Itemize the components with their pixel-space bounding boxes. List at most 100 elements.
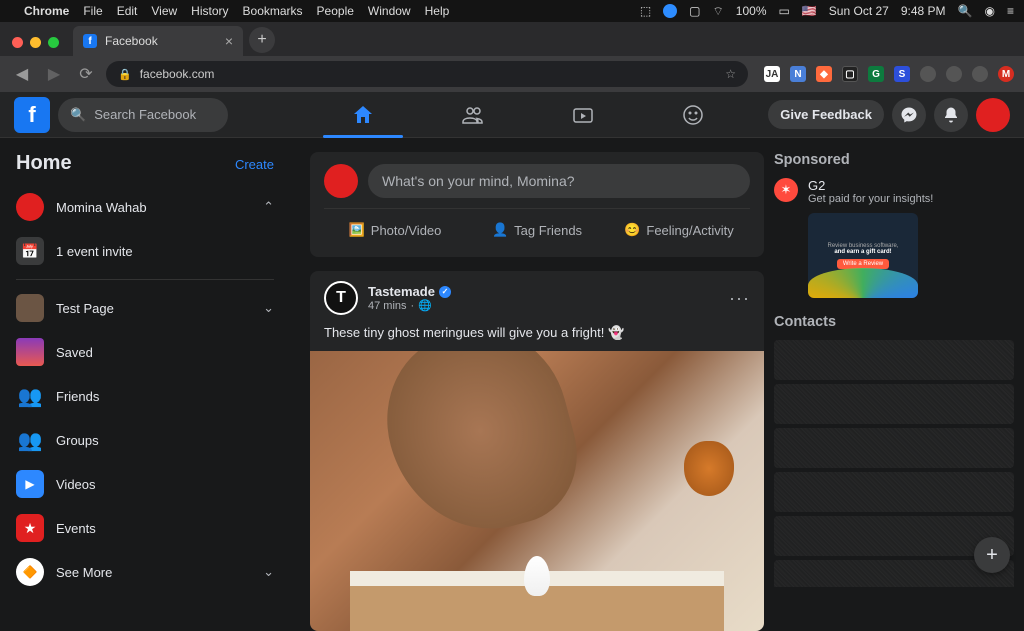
notification-center-icon[interactable]: ≡ <box>1007 4 1014 18</box>
dropbox-icon[interactable]: ⬚ <box>640 4 651 18</box>
wifi-icon[interactable]: ⌔ <box>713 4 724 19</box>
profile-name: Momina Wahab <box>56 200 147 215</box>
forward-button[interactable]: ▶ <box>42 62 66 86</box>
menubar-app[interactable]: Chrome <box>24 4 69 18</box>
post-author-name[interactable]: Tastemade ✓ <box>368 284 451 299</box>
nav-watch[interactable] <box>538 92 628 138</box>
create-link[interactable]: Create <box>235 157 274 172</box>
ext-c1-icon[interactable] <box>920 66 936 82</box>
post-menu-button[interactable]: ··· <box>729 288 750 309</box>
ext-c2-icon[interactable] <box>946 66 962 82</box>
sidebar-item-videos[interactable]: ▶ Videos <box>8 462 282 506</box>
back-button[interactable]: ◀ <box>10 62 34 86</box>
friends-label: Friends <box>56 389 99 404</box>
sidebar-item-see-more[interactable]: 🔶 See More ⌄ <box>8 550 282 587</box>
sidebar-item-saved[interactable]: Saved <box>8 330 282 374</box>
composer-tag-friends[interactable]: 👤 Tag Friends <box>466 215 608 245</box>
spotlight-icon[interactable]: 🔍 <box>958 4 973 18</box>
search-placeholder: Search Facebook <box>94 107 196 122</box>
reload-button[interactable]: ⟳ <box>74 62 98 86</box>
airplay-icon[interactable]: ▢ <box>689 4 700 18</box>
watch-icon <box>571 103 595 127</box>
events-label: Events <box>56 521 96 536</box>
contact-item[interactable] <box>774 340 1014 380</box>
messenger-button[interactable] <box>892 98 926 132</box>
contact-item[interactable] <box>774 472 1014 512</box>
extensions: JA N ◆ ▢ G S M <box>764 66 1014 82</box>
post-author-avatar[interactable]: T <box>324 281 358 315</box>
bell-icon <box>942 106 960 124</box>
ext-n-icon[interactable]: N <box>790 66 806 82</box>
composer-avatar[interactable] <box>324 164 358 198</box>
sidebar-item-event-invite[interactable]: 📅 1 event invite <box>8 229 282 273</box>
menu-bookmarks[interactable]: Bookmarks <box>243 4 303 18</box>
notifications-button[interactable] <box>934 98 968 132</box>
nav-groups[interactable] <box>648 92 738 138</box>
nav-home[interactable] <box>318 92 408 138</box>
browser-tab[interactable]: f Facebook × <box>73 26 243 56</box>
groups-sb-icon: 👥 <box>16 426 44 454</box>
menu-people[interactable]: People <box>317 4 354 18</box>
composer-input[interactable]: What's on your mind, Momina? <box>368 164 750 198</box>
sidebar-item-test-page[interactable]: Test Page ⌄ <box>8 286 282 330</box>
search-input[interactable]: 🔍 Search Facebook <box>58 98 228 132</box>
url-text: facebook.com <box>140 67 215 81</box>
menu-file[interactable]: File <box>83 4 102 18</box>
sidebar-item-groups[interactable]: 👥 Groups <box>8 418 282 462</box>
ext-sq-icon[interactable]: ▢ <box>842 66 858 82</box>
tabstrip: f Facebook × + <box>0 22 1024 56</box>
events-icon: ★ <box>16 514 44 542</box>
friends-sb-icon: 👥 <box>16 382 44 410</box>
sponsor-subtitle: Get paid for your insights! <box>808 193 933 205</box>
menu-window[interactable]: Window <box>368 4 411 18</box>
zoom-icon[interactable] <box>663 4 677 18</box>
siri-icon[interactable]: ◉ <box>985 4 995 18</box>
composer-photo-video[interactable]: 🖼️ Photo/Video <box>324 215 466 245</box>
calendar-icon: 📅 <box>16 237 44 265</box>
globe-icon: 🌐 <box>418 299 432 312</box>
menu-edit[interactable]: Edit <box>117 4 138 18</box>
menu-view[interactable]: View <box>151 4 177 18</box>
browser-chrome: f Facebook × + ◀ ▶ ⟳ 🔒 facebook.com ☆ JA… <box>0 22 1024 92</box>
give-feedback-button[interactable]: Give Feedback <box>768 100 884 129</box>
flag-icon[interactable]: 🇺🇸 <box>802 4 817 18</box>
maximize-window[interactable] <box>48 37 59 48</box>
sidebar-item-profile[interactable]: Momina Wahab ⌃ <box>8 185 282 229</box>
sponsored-heading: Sponsored <box>774 152 1014 168</box>
sidebar-item-friends[interactable]: 👥 Friends <box>8 374 282 418</box>
new-message-fab[interactable]: + <box>974 537 1010 573</box>
menu-history[interactable]: History <box>191 4 228 18</box>
contacts-heading: Contacts <box>774 314 1014 330</box>
close-tab-icon[interactable]: × <box>225 33 233 49</box>
lock-icon: 🔒 <box>118 68 132 81</box>
groups-nav-icon <box>681 103 705 127</box>
sponsored-item[interactable]: ✶ G2 Get paid for your insights! <box>774 178 1014 205</box>
favicon-icon: f <box>83 34 97 48</box>
window-controls[interactable] <box>8 37 67 56</box>
contact-item[interactable] <box>774 384 1014 424</box>
close-window[interactable] <box>12 37 23 48</box>
menu-help[interactable]: Help <box>425 4 450 18</box>
ext-g-icon[interactable]: G <box>868 66 884 82</box>
sponsor-image[interactable]: Review business software, and earn a gif… <box>808 213 918 298</box>
address-bar[interactable]: 🔒 facebook.com ☆ <box>106 61 748 87</box>
composer-feeling[interactable]: 😊 Feeling/Activity <box>608 215 750 245</box>
contact-item[interactable] <box>774 428 1014 468</box>
ext-profile-icon[interactable]: M <box>998 66 1014 82</box>
fb-header: f 🔍 Search Facebook Give Feedback <box>0 92 1024 138</box>
messenger-icon <box>900 106 918 124</box>
minimize-window[interactable] <box>30 37 41 48</box>
post-media[interactable] <box>310 351 764 631</box>
fb-logo[interactable]: f <box>14 97 50 133</box>
ext-ja-icon[interactable]: JA <box>764 66 780 82</box>
ext-s-icon[interactable]: S <box>894 66 910 82</box>
profile-avatar[interactable] <box>976 98 1010 132</box>
ext-lb-icon[interactable]: ◆ <box>816 66 832 82</box>
bookmark-star-icon[interactable]: ☆ <box>725 67 736 81</box>
saved-label: Saved <box>56 345 93 360</box>
nav-friends[interactable] <box>428 92 518 138</box>
new-tab-button[interactable]: + <box>249 27 275 53</box>
ext-c3-icon[interactable] <box>972 66 988 82</box>
sidebar-item-events[interactable]: ★ Events <box>8 506 282 550</box>
menubar-date: Sun Oct 27 <box>829 4 889 18</box>
